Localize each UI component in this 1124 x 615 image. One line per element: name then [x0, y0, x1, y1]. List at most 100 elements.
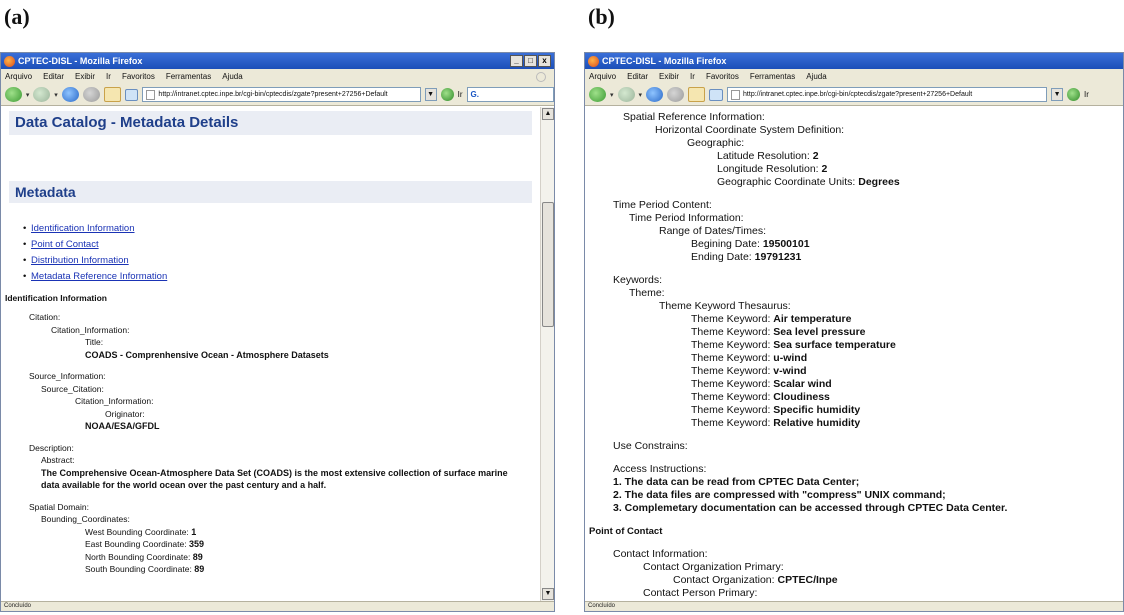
status-bar: Concluído	[585, 601, 1123, 611]
home-icon[interactable]	[688, 87, 706, 102]
use-constrains-label: Use Constrains:	[613, 440, 688, 452]
source-citation-label: Source_Citation:	[41, 383, 104, 394]
begin-date-row: Begining Date: 19500101	[691, 238, 810, 250]
page-icon	[146, 89, 156, 100]
metadata-heading: Metadata	[9, 181, 532, 203]
url-text: http://intranet.cptec.inpe.br/cgi-bin/cp…	[743, 91, 973, 98]
title-bar: CPTEC-DISL - Mozilla Firefox	[585, 53, 1123, 69]
scroll-up-icon[interactable]: ▲	[542, 108, 554, 120]
forward-history-icon[interactable]: ▾	[639, 91, 643, 99]
window-title: CPTEC-DISL - Mozilla Firefox	[602, 56, 727, 66]
go-label[interactable]: Ir	[1084, 90, 1089, 99]
url-field[interactable]: http://intranet.cptec.inpe.br/cgi-bin/cp…	[727, 87, 1048, 102]
keyword-row: Theme Keyword: Sea level pressure	[691, 326, 866, 338]
maximize-button[interactable]: □	[524, 55, 537, 67]
menu-ir[interactable]: Ir	[106, 72, 111, 81]
back-history-icon[interactable]: ▾	[610, 91, 614, 99]
coord-row: North Bounding Coordinate: 89	[85, 551, 203, 562]
contact-info-label: Contact Information:	[613, 548, 708, 560]
menu-arquivo[interactable]: Arquivo	[589, 72, 616, 81]
back-icon[interactable]	[5, 87, 22, 102]
coord-row: East Bounding Coordinate: 359	[85, 539, 205, 549]
title-value: COADS - Comprenhensive Ocean - Atmospher…	[85, 349, 329, 360]
access-line: 3. Complemetary documentation can be acc…	[613, 502, 1008, 514]
minimize-button[interactable]: _	[510, 55, 523, 67]
home-icon[interactable]	[103, 87, 121, 102]
latitude-row: Latitude Resolution: 2	[717, 150, 819, 162]
back-icon[interactable]	[589, 87, 606, 102]
go-icon[interactable]	[1067, 88, 1081, 101]
abstract-label: Abstract:	[41, 455, 75, 465]
forward-icon[interactable]	[33, 87, 51, 102]
menu-ferramentas[interactable]: Ferramentas	[750, 72, 795, 81]
keyword-row: Theme Keyword: Specific humidity	[691, 404, 861, 416]
go-label[interactable]: Ir	[458, 90, 463, 99]
menu-bar: Arquivo Editar Exibir Ir Favoritos Ferra…	[1, 69, 554, 84]
page-content: Spatial Reference Information: Horizonta…	[585, 107, 1123, 601]
title-label: Title:	[85, 337, 104, 347]
units-row: Geographic Coordinate Units: Degrees	[717, 176, 900, 188]
thesaurus-label: Theme Keyword Thesaurus:	[659, 300, 791, 312]
menu-ajuda[interactable]: Ajuda	[222, 72, 242, 81]
menu-editar[interactable]: Editar	[43, 72, 64, 81]
citation-info-label: Citation_Information:	[51, 324, 130, 335]
reload-icon[interactable]	[646, 87, 664, 102]
longitude-row: Longitude Resolution: 2	[717, 163, 828, 175]
close-button[interactable]: x	[538, 55, 551, 67]
browser-window-b: CPTEC-DISL - Mozilla Firefox Arquivo Edi…	[584, 52, 1124, 612]
reload-icon[interactable]	[61, 87, 79, 102]
time-period-label: Time Period Content:	[613, 199, 712, 211]
forward-icon[interactable]	[617, 87, 635, 102]
status-bar: Concluído	[1, 601, 554, 611]
keyword-row: Theme Keyword: v-wind	[691, 365, 807, 377]
menu-exibir[interactable]: Exibir	[75, 72, 95, 81]
search-input[interactable]: G.	[466, 87, 554, 102]
access-line: 2. The data files are compressed with "c…	[613, 489, 946, 501]
keyword-row: Theme Keyword: Scalar wind	[691, 378, 832, 390]
menu-ajuda[interactable]: Ajuda	[806, 72, 826, 81]
menu-favoritos[interactable]: Favoritos	[706, 72, 739, 81]
menu-bar: Arquivo Editar Exibir Ir Favoritos Ferra…	[585, 69, 1123, 84]
url-dropdown-icon[interactable]: ▼	[1051, 88, 1064, 101]
go-icon[interactable]	[440, 88, 454, 101]
toc-link-metadata-reference[interactable]: Metadata Reference Information	[23, 269, 532, 285]
window-title: CPTEC-DISL - Mozilla Firefox	[18, 56, 143, 66]
back-history-icon[interactable]: ▾	[26, 91, 30, 99]
scroll-thumb[interactable]	[542, 202, 554, 327]
menu-exibir[interactable]: Exibir	[659, 72, 679, 81]
toc-link-point-of-contact[interactable]: Point of Contact	[23, 237, 532, 253]
menu-arquivo[interactable]: Arquivo	[5, 72, 32, 81]
stop-icon[interactable]	[82, 87, 100, 102]
geographic-label: Geographic:	[687, 137, 745, 149]
url-dropdown-icon[interactable]: ▼	[424, 88, 437, 101]
menu-ferramentas[interactable]: Ferramentas	[166, 72, 211, 81]
page-title: Data Catalog - Metadata Details	[9, 111, 532, 135]
menu-editar[interactable]: Editar	[627, 72, 648, 81]
abstract-value: The Comprehensive Ocean-Atmosphere Data …	[41, 467, 508, 491]
scroll-down-icon[interactable]: ▼	[542, 588, 554, 600]
person-primary-label: Contact Person Primary:	[643, 587, 758, 599]
forward-history-icon[interactable]: ▾	[54, 91, 58, 99]
vertical-scrollbar[interactable]: ▲ ▼	[540, 107, 554, 601]
coord-row: South Bounding Coordinate: 89	[85, 564, 205, 574]
bookmark-icon[interactable]	[709, 88, 724, 101]
time-info-label: Time Period Information:	[629, 212, 744, 224]
bookmark-icon[interactable]	[124, 88, 139, 101]
toc-link-identification[interactable]: Identification Information	[23, 221, 532, 237]
menu-ir[interactable]: Ir	[690, 72, 695, 81]
access-label: Access Instructions:	[613, 463, 707, 475]
keyword-row: Theme Keyword: Cloudiness	[691, 391, 830, 403]
organization-row: Contact Organization: CPTEC/Inpe	[673, 574, 838, 586]
source-citation-info-label: Citation_Information:	[75, 396, 154, 406]
end-date-row: Ending Date: 19791231	[691, 251, 802, 263]
keyword-row: Theme Keyword: u-wind	[691, 352, 808, 364]
source-info-label: Source_Information:	[29, 371, 106, 381]
throbber-icon	[536, 71, 546, 82]
originator-label: Originator:	[105, 408, 145, 419]
stop-icon[interactable]	[667, 87, 685, 102]
bounding-coords-label: Bounding_Coordinates:	[41, 514, 130, 524]
toc-link-distribution[interactable]: Distribution Information	[23, 253, 532, 269]
menu-favoritos[interactable]: Favoritos	[122, 72, 155, 81]
access-line: 1. The data can be read from CPTEC Data …	[613, 476, 860, 488]
url-field[interactable]: http://intranet.cptec.inpe.br/cgi-bin/cp…	[142, 87, 421, 102]
